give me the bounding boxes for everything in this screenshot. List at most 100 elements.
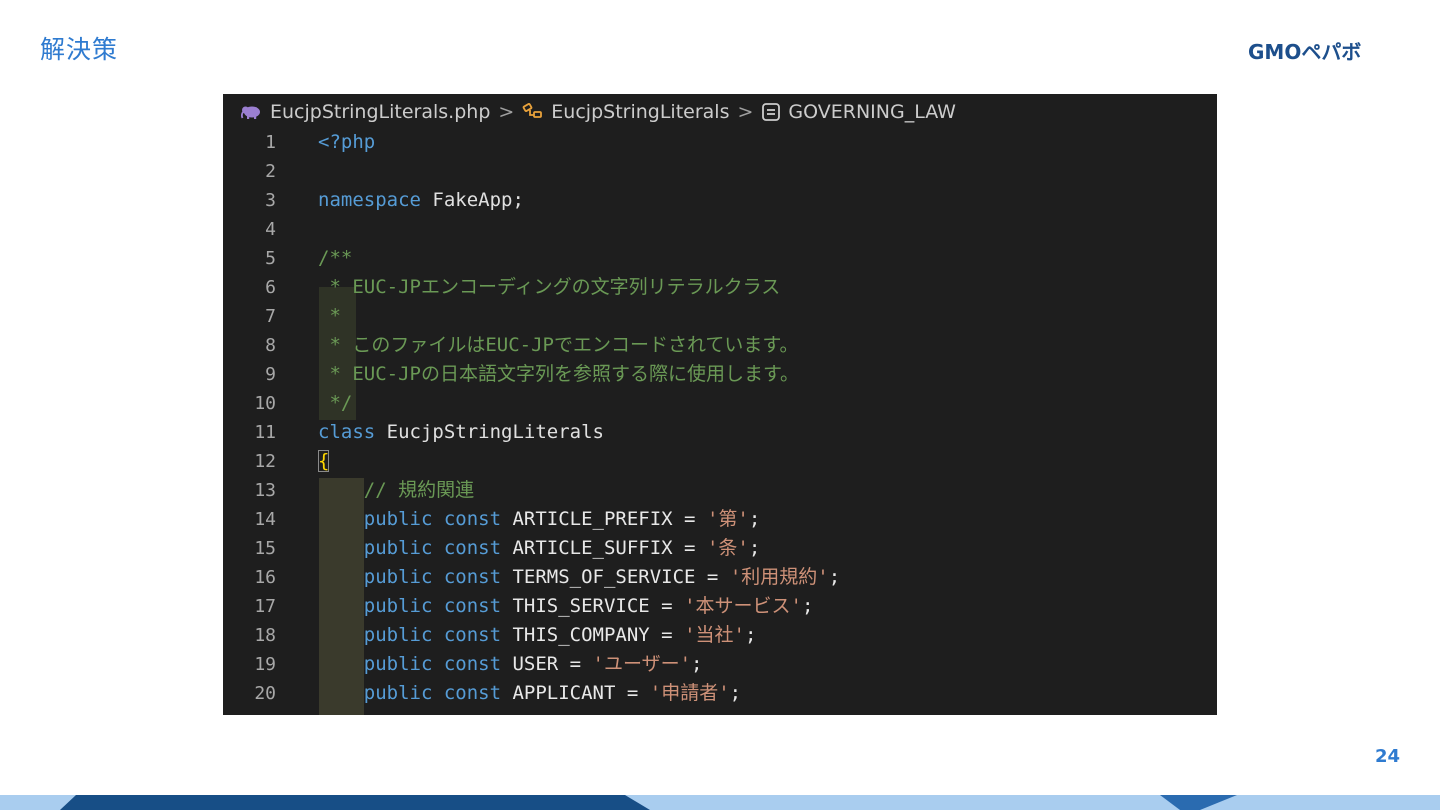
line-number: 11 [254, 422, 276, 443]
code-line[interactable]: 15 public const ARTICLE_SUFFIX = '条'; [223, 534, 1217, 563]
code-line[interactable]: 3 namespace FakeApp; [223, 186, 1217, 215]
code-token: * EUC-JPの日本語文字列を参照する際に使用します。 [318, 363, 800, 385]
line-source: // 規約関連 [318, 476, 474, 505]
code-token: APPLICANT = [501, 682, 650, 704]
code-token: '条' [706, 537, 749, 559]
class-symbol-icon [522, 103, 544, 121]
line-number: 17 [254, 596, 276, 617]
code-token: public const [318, 537, 502, 559]
code-token: FakeApp; [420, 189, 524, 211]
line-source: <?php [318, 128, 375, 157]
code-token: THIS_COMPANY = [501, 624, 685, 646]
breadcrumb-separator: > [737, 101, 754, 123]
line-source: { [318, 447, 330, 476]
line-source: public const USER = 'ユーザー'; [318, 650, 703, 679]
code-token: ARTICLE_PREFIX = [501, 508, 707, 530]
page-number: 24 [1374, 746, 1400, 767]
line-number: 20 [254, 683, 276, 704]
code-token: public const [318, 566, 502, 588]
line-number: 4 [265, 219, 276, 240]
line-number: 8 [265, 335, 276, 356]
code-token: '当社' [684, 624, 745, 646]
line-number: 5 [265, 248, 276, 269]
code-line[interactable]: 18 public const THIS_COMPANY = '当社'; [223, 621, 1217, 650]
slide-title: 解決策 [40, 35, 119, 64]
code-token: public const [318, 595, 502, 617]
breadcrumb-file-label: EucjpStringLiterals.php [270, 101, 491, 123]
line-number: 9 [265, 364, 276, 385]
code-token: THIS_SERVICE = [501, 595, 685, 617]
breadcrumb-file[interactable]: EucjpStringLiterals.php [241, 101, 490, 123]
line-source: * このファイルはEUC-JPでエンコードされています。 [318, 331, 798, 360]
line-source: public const THIS_COMPANY = '当社'; [318, 621, 757, 650]
code-token: public const [318, 508, 502, 530]
code-line[interactable]: 6 * EUC-JPエンコーディングの文字列リテラルクラス [223, 273, 1217, 302]
code-line[interactable]: 19 public const USER = 'ユーザー'; [223, 650, 1217, 679]
code-token: { [318, 450, 330, 472]
code-line[interactable]: 17 public const THIS_SERVICE = '本サービス'; [223, 592, 1217, 621]
line-source: public const ARTICLE_PREFIX = '第'; [318, 505, 761, 534]
line-number: 14 [254, 509, 276, 530]
code-line[interactable]: 11 class EucjpStringLiterals [223, 418, 1217, 447]
code-area[interactable]: 1 <?php 2 3 namespace FakeApp; 4 5 /** 6 * EUC-J… [223, 128, 1217, 708]
code-token: '利用規約' [729, 566, 829, 588]
code-token: <?php [318, 131, 376, 153]
line-number: 10 [254, 393, 276, 414]
code-token: * EUC-JPエンコーディングの文字列リテラルクラス [318, 276, 781, 298]
line-number: 1 [265, 132, 276, 153]
code-token: ; [748, 537, 761, 559]
breadcrumb-constant[interactable]: GOVERNING_LAW [761, 101, 956, 123]
line-number: 19 [254, 654, 276, 675]
code-token: * [318, 305, 341, 327]
code-line[interactable]: 2 [223, 157, 1217, 186]
php-elephant-icon [241, 104, 263, 120]
line-number: 15 [254, 538, 276, 559]
code-line[interactable]: 20 public const APPLICANT = '申請者'; [223, 679, 1217, 708]
code-token: public const [318, 682, 502, 704]
line-source: * EUC-JPの日本語文字列を参照する際に使用します。 [318, 360, 799, 389]
code-line[interactable]: 1 <?php [223, 128, 1217, 157]
code-token: namespace [318, 189, 421, 211]
code-line[interactable]: 10 */ [223, 389, 1217, 418]
code-token: * このファイルはEUC-JPでエンコードされています。 [318, 334, 799, 356]
code-token: ; [729, 682, 742, 704]
line-source: public const ARTICLE_SUFFIX = '条'; [318, 534, 761, 563]
code-line[interactable]: 14 public const ARTICLE_PREFIX = '第'; [223, 505, 1217, 534]
line-number: 12 [254, 451, 276, 472]
code-line[interactable]: 4 [223, 215, 1217, 244]
code-token: public const [318, 653, 502, 675]
breadcrumb-class-label: EucjpStringLiterals [551, 101, 730, 123]
line-number: 18 [254, 625, 276, 646]
code-line[interactable]: 8 * このファイルはEUC-JPでエンコードされています。 [223, 331, 1217, 360]
code-line[interactable]: 9 * EUC-JPの日本語文字列を参照する際に使用します。 [223, 360, 1217, 389]
code-token: '第' [706, 508, 749, 530]
code-line[interactable]: 13 // 規約関連 [223, 476, 1217, 505]
code-token: TERMS_OF_SERVICE = [501, 566, 730, 588]
code-token: ; [691, 653, 703, 675]
code-token: ; [748, 508, 761, 530]
line-source: public const APPLICANT = '申請者'; [318, 679, 741, 708]
line-number: 13 [254, 480, 276, 501]
line-source: * [318, 302, 341, 331]
code-token: '本サービス' [684, 595, 802, 617]
line-source: namespace FakeApp; [318, 186, 524, 215]
code-token: ; [828, 566, 841, 588]
code-line[interactable]: 5 /** [223, 244, 1217, 273]
line-source: public const THIS_SERVICE = '本サービス'; [318, 592, 814, 621]
code-token: ; [801, 595, 814, 617]
line-source: */ [318, 389, 352, 418]
code-token: '申請者' [649, 682, 730, 704]
breadcrumb-class[interactable]: EucjpStringLiterals [522, 101, 729, 123]
code-line[interactable]: 7 * [223, 302, 1217, 331]
code-token: */ [318, 392, 353, 414]
constant-symbol-icon [761, 102, 781, 122]
footer-band [0, 795, 1440, 810]
line-source: * EUC-JPエンコーディングの文字列リテラルクラス [318, 273, 780, 302]
gmo-pepabo-logo: GMOペパボ [1248, 40, 1362, 64]
code-line[interactable]: 16 public const TERMS_OF_SERVICE = '利用規約… [223, 563, 1217, 592]
line-number: 6 [265, 277, 276, 298]
code-line[interactable]: 12 { [223, 447, 1217, 476]
code-token: EucjpStringLiterals [375, 421, 604, 443]
code-token: ARTICLE_SUFFIX = [501, 537, 707, 559]
line-number: 3 [265, 190, 276, 211]
